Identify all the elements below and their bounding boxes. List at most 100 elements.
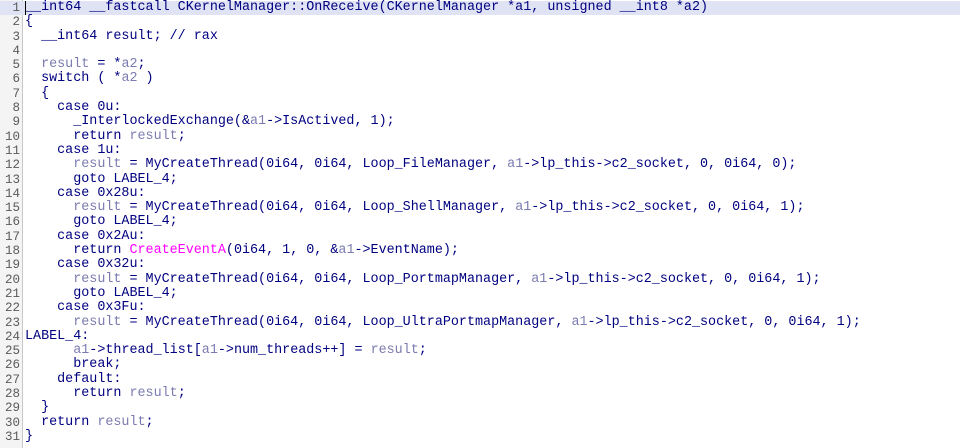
code-text: case 0x3Fu: [25, 301, 145, 315]
code-text: case 1u: [25, 143, 121, 158]
variable-token[interactable]: result [73, 200, 121, 215]
variable-token[interactable]: result [73, 272, 121, 287]
code-token: ->EventName); [354, 243, 459, 259]
code-line[interactable]: 7 { [0, 86, 960, 101]
code-line[interactable]: 15 result = MyCreateThread(0i64, 0i64, L… [0, 200, 960, 216]
code-text: result = MyCreateThread(0i64, 0i64, Loop… [25, 158, 796, 172]
text-cursor [25, 1, 26, 15]
code-text: } [25, 429, 33, 444]
code-token: ; [145, 414, 154, 430]
code-line[interactable]: 6 switch ( *a2 ) [0, 72, 960, 87]
variable-token[interactable]: a1 [338, 243, 354, 258]
variable-token[interactable]: a1 [531, 272, 547, 287]
code-line[interactable]: 22 case 0x3Fu: [0, 301, 960, 316]
variable-token[interactable]: result [73, 315, 121, 330]
code-line[interactable]: 9 _InterlockedExchange(&a1->IsActived, 1… [0, 114, 960, 130]
code-line[interactable]: 13 goto LABEL_4; [0, 171, 960, 187]
code-line[interactable]: 14 case 0x28u: [0, 186, 960, 201]
variable-token[interactable]: result [97, 415, 145, 430]
code-line[interactable]: 4 [0, 44, 960, 58]
line-number: 25 [4, 344, 20, 359]
code-line[interactable]: 2{ [0, 15, 960, 30]
code-text: { [25, 15, 33, 29]
code-line[interactable]: 12 result = MyCreateThread(0i64, 0i64, L… [0, 158, 960, 173]
line-number: 31 [4, 429, 20, 444]
code-token: goto LABEL_4; [25, 285, 178, 301]
code-text: case 0x32u: [25, 257, 146, 273]
variable-token[interactable]: a1 [202, 343, 218, 358]
code-text: goto LABEL_4; [25, 285, 178, 301]
code-text: case 0x2Au: [25, 229, 145, 244]
code-token: case 0x32u: [25, 257, 146, 273]
code-line[interactable]: 30 return result; [0, 414, 960, 430]
line-number: 18 [4, 244, 20, 259]
code-line[interactable]: 23 result = MyCreateThread(0i64, 0i64, L… [0, 314, 960, 330]
code-line[interactable]: 10 return result; [0, 129, 960, 144]
variable-token[interactable]: a1 [515, 200, 531, 215]
variable-token[interactable]: a2 [121, 71, 137, 86]
code-line[interactable]: 26 break; [0, 357, 960, 373]
variable-token[interactable]: a2 [121, 57, 137, 72]
variable-token[interactable]: result [73, 157, 121, 172]
code-token: = * [89, 57, 122, 73]
pseudocode-view[interactable]: 1 __int64 __fastcall CKernelManager::OnRe… [0, 0, 960, 448]
variable-token[interactable]: a1 [250, 114, 266, 129]
code-area[interactable]: 1 __int64 __fastcall CKernelManager::OnRe… [0, 0, 960, 444]
line-number: 11 [4, 143, 20, 158]
line-number: 3 [12, 29, 20, 44]
code-token: { [25, 14, 34, 30]
code-line[interactable]: 28 return result; [0, 386, 960, 401]
line-number: 24 [4, 329, 20, 344]
code-line[interactable]: 8 case 0u: [0, 100, 960, 115]
line-number: 7 [12, 86, 20, 101]
variable-token[interactable]: a1 [73, 343, 89, 358]
code-token: ->lp_this->c2_socket, 0, 0i64, 0); [523, 157, 797, 173]
code-line[interactable]: 27 default: [0, 372, 960, 387]
line-number: 10 [4, 129, 20, 144]
code-line[interactable]: 19 case 0x32u: [0, 257, 960, 273]
code-token: break; [25, 357, 122, 373]
code-line[interactable]: 18 return CreateEventA(0i64, 1, 0, &a1->… [0, 243, 960, 259]
code-text: __int64 __fastcall CKernelManager::OnRec… [25, 0, 708, 15]
import-call-token[interactable]: CreateEventA [129, 243, 225, 258]
line-number: 5 [12, 58, 20, 73]
code-token: ->lp_this->c2_socket, 0, 0i64, 1); [587, 314, 861, 330]
variable-token[interactable]: result [41, 57, 89, 72]
code-line[interactable]: 31} [0, 429, 960, 444]
code-line[interactable]: 11 case 1u: [0, 143, 960, 158]
code-text: a1->thread_list[a1->num_threads++] = res… [25, 343, 427, 358]
variable-token[interactable]: a1 [507, 157, 523, 172]
code-line[interactable]: 16 goto LABEL_4; [0, 215, 960, 230]
code-line[interactable]: 5 result = *a2; [0, 57, 960, 73]
code-text: _InterlockedExchange(&a1->IsActived, 1); [25, 114, 395, 130]
code-line[interactable]: 17 case 0x2Au: [0, 229, 960, 244]
line-number: 27 [4, 372, 20, 387]
code-line[interactable]: 24 LABEL_4: [0, 328, 960, 344]
code-line[interactable]: 21 goto LABEL_4; [0, 285, 960, 301]
code-token: LABEL_4: [25, 328, 90, 344]
code-text: return result; [25, 386, 186, 401]
variable-token[interactable]: a1 [571, 315, 587, 330]
line-number: 16 [4, 215, 20, 230]
code-line[interactable]: 1 __int64 __fastcall CKernelManager::OnRe… [0, 0, 960, 16]
code-text: { [25, 86, 49, 101]
code-token: goto LABEL_4; [25, 171, 178, 187]
line-number: 14 [4, 186, 20, 201]
variable-token[interactable]: result [129, 129, 177, 144]
code-token: = MyCreateThread(0i64, 0i64, Loop_Portma… [121, 271, 532, 287]
code-line[interactable]: 20 result = MyCreateThread(0i64, 0i64, L… [0, 271, 960, 287]
code-line[interactable]: 25 a1->thread_list[a1->num_threads++] = … [0, 343, 960, 359]
code-text: result = MyCreateThread(0i64, 0i64, Loop… [25, 271, 821, 287]
code-text: case 0x28u: [25, 186, 145, 201]
variable-token[interactable]: result [371, 343, 419, 358]
line-number: 2 [12, 15, 20, 30]
line-number: 21 [4, 286, 20, 301]
variable-token[interactable]: result [129, 386, 177, 401]
code-token: ->IsActived, 1); [266, 114, 395, 130]
code-text: result = MyCreateThread(0i64, 0i64, Loop… [25, 314, 861, 330]
code-text: switch ( *a2 ) [25, 72, 154, 86]
code-line[interactable]: 3 __int64 result; // rax [0, 29, 960, 44]
code-token: ->lp_this->c2_socket, 0, 0i64, 1); [547, 271, 821, 287]
code-line[interactable]: 29 } [0, 401, 960, 416]
